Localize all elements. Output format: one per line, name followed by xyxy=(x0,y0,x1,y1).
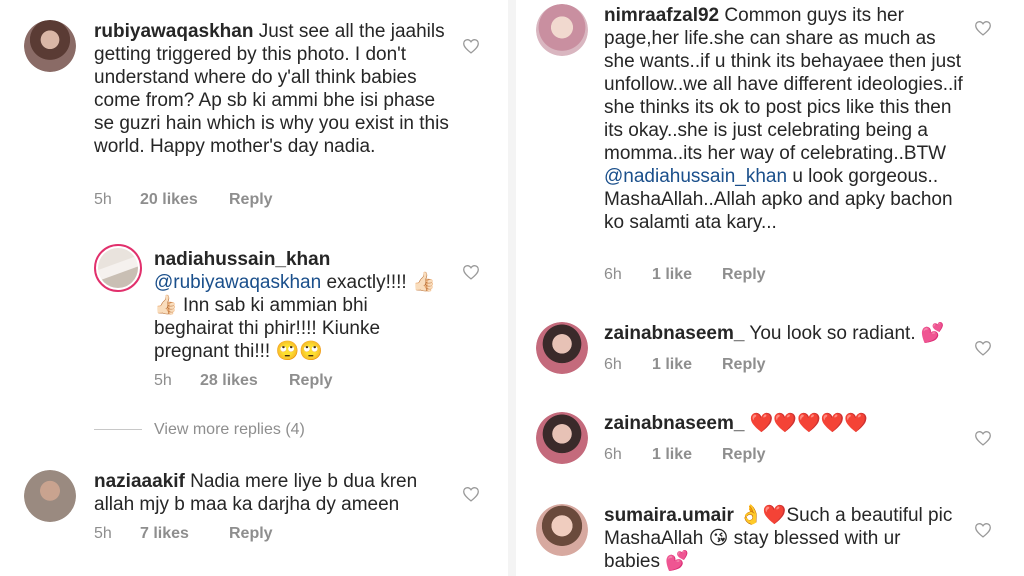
heart-outline-icon[interactable] xyxy=(462,486,480,502)
heart-outline-icon[interactable] xyxy=(462,264,480,280)
mention-link[interactable]: @nadiahussain_khan xyxy=(604,166,787,187)
comment-text: sumaira.umair 👌❤️Such a beautiful pic Ma… xyxy=(604,504,954,573)
comment-username[interactable]: zainabnaseem_ xyxy=(604,323,744,344)
likes-count[interactable]: 1 like xyxy=(652,446,722,464)
avatar[interactable] xyxy=(94,244,142,292)
comment-username[interactable]: zainabnaseem_ xyxy=(604,413,744,434)
comments-panel-right: nimraafzal92 Common guys its her page,he… xyxy=(516,0,1024,576)
emoji: 🙄🙄 xyxy=(275,341,323,362)
emoji: ❤️❤️❤️❤️❤️ xyxy=(749,413,869,434)
comment-body: You look so radiant. xyxy=(744,323,921,344)
mention-link[interactable]: @rubiyawaqaskhan xyxy=(154,272,321,293)
emoji: 💕 xyxy=(665,551,689,572)
avatar[interactable] xyxy=(536,412,588,464)
comment-username[interactable]: naziaaakif xyxy=(94,471,185,492)
comment-username[interactable]: sumaira.umair xyxy=(604,505,734,526)
comments-panel-left: rubiyawaqaskhan Just see all the jaahils… xyxy=(0,0,508,576)
heart-outline-icon[interactable] xyxy=(974,340,992,356)
comment-meta: 6h 1 like Reply xyxy=(604,446,766,464)
comment-text: nadiahussain_khan @rubiyawaqaskhan exactl… xyxy=(154,248,444,363)
avatar[interactable] xyxy=(536,504,588,556)
reply-button[interactable]: Reply xyxy=(722,446,766,464)
reply-item: nadiahussain_khan @rubiyawaqaskhan exactl… xyxy=(94,244,494,394)
comment-text: zainabnaseem_ ❤️❤️❤️❤️❤️ xyxy=(604,412,984,435)
likes-count[interactable]: 1 like xyxy=(652,266,722,284)
comment-meta: 5h 28 likes Reply xyxy=(154,372,333,390)
reply-button[interactable]: Reply xyxy=(722,266,766,284)
comment-username[interactable]: nimraafzal92 xyxy=(604,5,719,26)
comment-text: zainabnaseem_ You look so radiant. 💕 xyxy=(604,322,984,345)
avatar[interactable] xyxy=(536,322,588,374)
comment-body: exactly!!!! xyxy=(321,272,412,293)
comment-meta: 5h 7 likes Reply xyxy=(94,525,273,543)
emoji: 💕 xyxy=(920,323,945,344)
likes-count[interactable]: 20 likes xyxy=(140,191,229,209)
comment-text: nimraafzal92 Common guys its her page,he… xyxy=(604,4,964,234)
likes-count[interactable]: 1 like xyxy=(652,356,722,374)
likes-count[interactable]: 7 likes xyxy=(140,525,229,543)
comment-body: Common guys its her page,her life.she ca… xyxy=(604,5,963,164)
reply-button[interactable]: Reply xyxy=(722,356,766,374)
likes-count[interactable]: 28 likes xyxy=(200,372,289,390)
reply-button[interactable]: Reply xyxy=(289,372,333,390)
comment-username[interactable]: nadiahussain_khan xyxy=(154,248,444,271)
comment-item: zainabnaseem_ ❤️❤️❤️❤️❤️ 6h 1 like Reply xyxy=(536,412,1016,482)
view-more-replies-link[interactable]: View more replies (4) xyxy=(154,421,305,439)
comment-time: 6h xyxy=(604,356,622,373)
heart-outline-icon[interactable] xyxy=(974,522,992,538)
comment-item: zainabnaseem_ You look so radiant. 💕 6h … xyxy=(536,322,1016,392)
reply-button[interactable]: Reply xyxy=(229,191,273,209)
comment-meta: 6h 1 like Reply xyxy=(604,266,766,284)
comment-text: naziaaakif Nadia mere liye b dua kren al… xyxy=(94,470,434,516)
comment-meta: 6h 1 like Reply xyxy=(604,356,766,374)
reply-button[interactable]: Reply xyxy=(229,525,273,543)
comment-text: rubiyawaqaskhan Just see all the jaahils… xyxy=(94,20,454,158)
avatar[interactable] xyxy=(536,4,588,56)
comment-time: 5h xyxy=(94,525,112,542)
heart-outline-icon[interactable] xyxy=(974,430,992,446)
panel-divider xyxy=(508,0,516,576)
comment-meta: 5h 20 likes Reply xyxy=(94,191,273,209)
comment-time: 5h xyxy=(154,372,172,389)
avatar[interactable] xyxy=(24,20,76,72)
emoji: 👌❤️ xyxy=(733,505,787,526)
avatar[interactable] xyxy=(24,470,76,522)
comment-username[interactable]: rubiyawaqaskhan xyxy=(94,21,253,42)
comment-body: Inn sab ki ammian bhi beghairat thi phir… xyxy=(154,295,381,362)
comment-time: 6h xyxy=(604,266,622,283)
divider xyxy=(94,429,142,430)
comment-time: 5h xyxy=(94,191,112,208)
comment-time: 6h xyxy=(604,446,622,463)
heart-outline-icon[interactable] xyxy=(462,38,480,54)
emoji: 😘 xyxy=(708,528,729,549)
comment-item: naziaaakif Nadia mere liye b dua kren al… xyxy=(24,470,494,570)
comment-item: nimraafzal92 Common guys its her page,he… xyxy=(536,4,1016,294)
comment-item: sumaira.umair 👌❤️Such a beautiful pic Ma… xyxy=(536,504,1016,574)
heart-outline-icon[interactable] xyxy=(974,20,992,36)
comment-item: rubiyawaqaskhan Just see all the jaahils… xyxy=(24,20,494,220)
